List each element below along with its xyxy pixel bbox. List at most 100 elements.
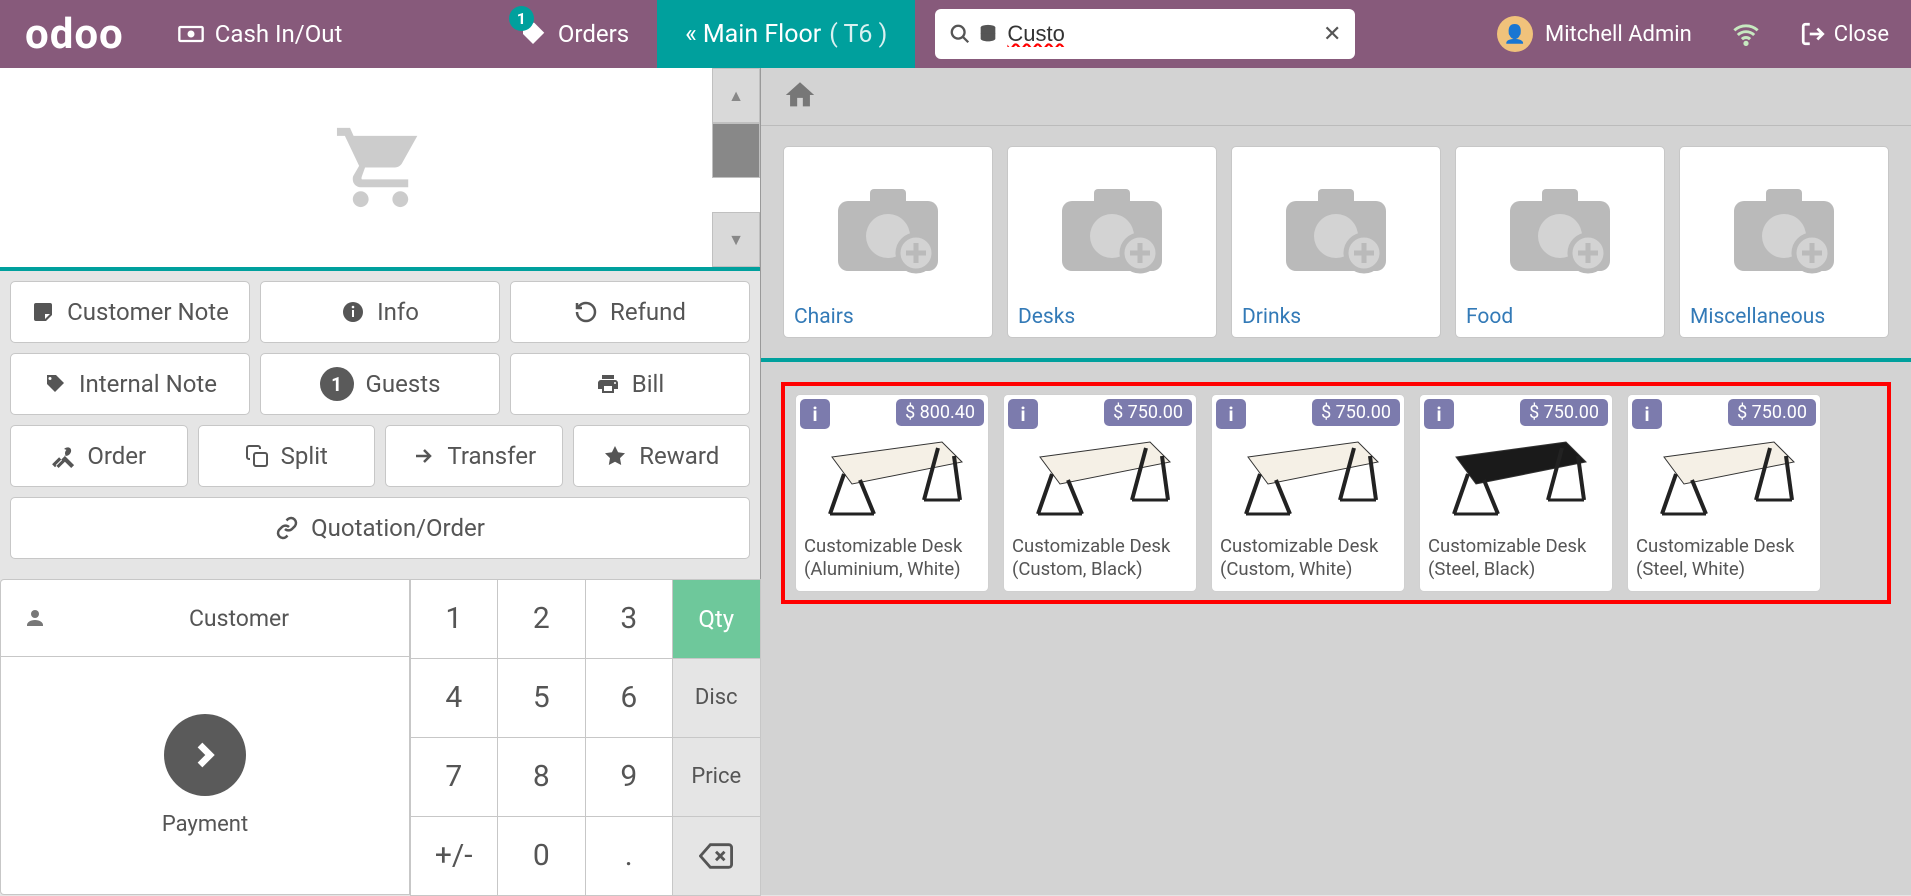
floor-button[interactable]: « Main Floor ( T6 )	[657, 0, 915, 68]
product-card[interactable]: i $ 750.00 Customizable Desk (Steel, Bla…	[1419, 394, 1613, 592]
controls: Customer Note Info Refund Internal Note …	[0, 271, 760, 579]
bill-button[interactable]: Bill	[510, 353, 750, 415]
product-price: $ 750.00	[1312, 399, 1400, 426]
numkey-disc[interactable]: Disc	[672, 658, 761, 738]
category-label: Food	[1462, 303, 1658, 331]
info-icon[interactable]: i	[1424, 399, 1454, 429]
camera-placeholder-icon	[1462, 153, 1658, 303]
product-name: Customizable Desk (Aluminium, White)	[796, 529, 988, 591]
backspace-icon	[699, 839, 733, 873]
quotation-button[interactable]: Quotation/Order	[10, 497, 750, 559]
arrow-right-icon	[411, 444, 435, 468]
numkey-7[interactable]: 7	[410, 737, 499, 817]
category-card[interactable]: Food	[1455, 146, 1665, 338]
numkey-8[interactable]: 8	[497, 737, 586, 817]
scroll-up-button[interactable]: ▲	[712, 68, 760, 123]
internal-note-button[interactable]: Internal Note	[10, 353, 250, 415]
wifi-icon	[1714, 20, 1778, 48]
numkey-5[interactable]: 5	[497, 658, 586, 738]
product-card[interactable]: i $ 800.40 Customizable Desk (Aluminium,…	[795, 394, 989, 592]
product-card[interactable]: i $ 750.00 Customizable Desk (Steel, Whi…	[1627, 394, 1821, 592]
info-icon[interactable]: i	[1632, 399, 1662, 429]
category-card[interactable]: Chairs	[783, 146, 993, 338]
info-icon[interactable]: i	[1008, 399, 1038, 429]
product-name: Customizable Desk (Custom, White)	[1212, 529, 1404, 591]
cash-in-out-button[interactable]: Cash In/Out	[149, 0, 371, 68]
product-price: $ 800.40	[896, 399, 984, 426]
numkey-9[interactable]: 9	[585, 737, 674, 817]
floor-table: ( T6 )	[829, 20, 887, 49]
info-icon[interactable]: i	[800, 399, 830, 429]
refund-button[interactable]: Refund	[510, 281, 750, 343]
order-button[interactable]: Order	[10, 425, 188, 487]
product-card[interactable]: i $ 750.00 Customizable Desk (Custom, Bl…	[1003, 394, 1197, 592]
database-icon	[977, 23, 999, 45]
scroll-down-button[interactable]: ▼	[712, 212, 760, 267]
right-panel: Chairs Desks Drinks	[761, 68, 1911, 895]
close-button[interactable]: Close	[1778, 0, 1911, 68]
numkey-price[interactable]: Price	[672, 737, 761, 817]
product-card[interactable]: i $ 750.00 Customizable Desk (Custom, Wh…	[1211, 394, 1405, 592]
cart-icon	[328, 120, 433, 215]
product-price: $ 750.00	[1728, 399, 1816, 426]
numkey-backspace[interactable]	[672, 816, 761, 896]
floor-name: Main Floor	[703, 20, 821, 49]
cash-icon	[177, 20, 205, 48]
payment-label: Payment	[162, 812, 248, 837]
numkey-6[interactable]: 6	[585, 658, 674, 738]
numkey-dot[interactable]: .	[585, 816, 674, 896]
numkey-0[interactable]: 0	[497, 816, 586, 896]
orders-badge: 1	[509, 6, 534, 31]
search-icon	[949, 23, 971, 45]
category-label: Desks	[1014, 303, 1210, 331]
reward-button[interactable]: Reward	[573, 425, 751, 487]
category-label: Drinks	[1238, 303, 1434, 331]
info-icon[interactable]: i	[1216, 399, 1246, 429]
close-label: Close	[1834, 22, 1889, 47]
search-box[interactable]: ✕	[935, 9, 1355, 59]
product-price: $ 750.00	[1104, 399, 1192, 426]
orders-button[interactable]: 1 Orders	[490, 0, 657, 68]
cash-label: Cash In/Out	[215, 20, 343, 48]
split-button[interactable]: Split	[198, 425, 376, 487]
guests-button[interactable]: 1 Guests	[260, 353, 500, 415]
category-card[interactable]: Drinks	[1231, 146, 1441, 338]
star-icon	[603, 444, 627, 468]
guests-count: 1	[320, 367, 354, 401]
logout-icon	[1800, 21, 1826, 47]
clear-search-icon[interactable]: ✕	[1323, 22, 1341, 47]
product-price: $ 750.00	[1520, 399, 1608, 426]
person-icon	[1, 606, 69, 630]
home-icon[interactable]	[783, 78, 817, 116]
numkey-qty[interactable]: Qty	[672, 579, 761, 659]
category-label: Miscellaneous	[1686, 303, 1882, 331]
category-card[interactable]: Desks	[1007, 146, 1217, 338]
numkey-2[interactable]: 2	[497, 579, 586, 659]
payment-button[interactable]: Payment	[0, 657, 410, 895]
camera-placeholder-icon	[1238, 153, 1434, 303]
numkey-1[interactable]: 1	[410, 579, 499, 659]
customer-note-button[interactable]: Customer Note	[10, 281, 250, 343]
categories: Chairs Desks Drinks	[761, 126, 1911, 362]
user-block[interactable]: 👤 Mitchell Admin	[1475, 16, 1714, 52]
numkey-3[interactable]: 3	[585, 579, 674, 659]
numkey-4[interactable]: 4	[410, 658, 499, 738]
breadcrumb	[761, 68, 1911, 126]
numkey-pm[interactable]: +/-	[410, 816, 499, 896]
category-card[interactable]: Miscellaneous	[1679, 146, 1889, 338]
products-highlight: i $ 800.40 Customizable Desk (Aluminium,…	[781, 382, 1891, 604]
link-icon	[275, 516, 299, 540]
search-input[interactable]	[1007, 21, 1323, 47]
info-button[interactable]: Info	[260, 281, 500, 343]
camera-placeholder-icon	[1686, 153, 1882, 303]
scroll-track[interactable]	[712, 123, 760, 178]
avatar: 👤	[1497, 16, 1533, 52]
numpad: 1 2 3 Qty 4 5 6 Disc 7 8 9 Price +/- 0 .	[410, 579, 760, 895]
cutlery-icon	[51, 444, 75, 468]
logo: odoo	[0, 10, 149, 59]
product-name: Customizable Desk (Steel, Black)	[1420, 529, 1612, 591]
customer-label: Customer	[69, 605, 409, 632]
customer-button[interactable]: Customer	[0, 579, 410, 657]
orders-label: Orders	[558, 20, 629, 48]
transfer-button[interactable]: Transfer	[385, 425, 563, 487]
